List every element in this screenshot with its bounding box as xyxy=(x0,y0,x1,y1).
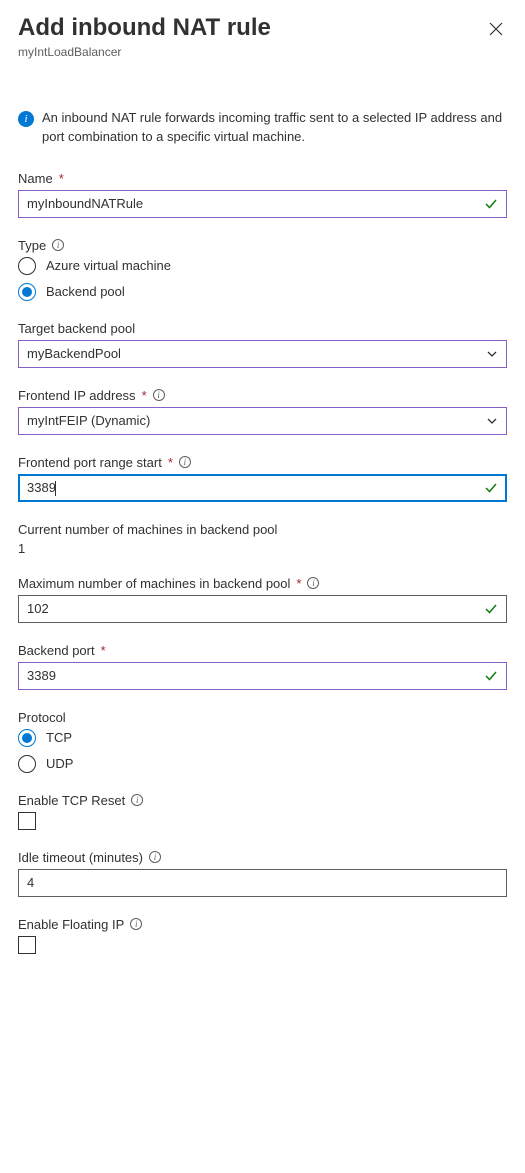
current-machines-value: 1 xyxy=(18,541,507,556)
page-title: Add inbound NAT rule xyxy=(18,12,271,43)
protocol-udp-label: UDP xyxy=(46,756,73,771)
idle-timeout-input[interactable]: 4 xyxy=(18,869,507,897)
idle-timeout-value: 4 xyxy=(27,875,498,890)
hint-icon[interactable]: i xyxy=(52,239,64,251)
required-marker: * xyxy=(101,643,106,658)
frontend-ip-value: myIntFEIP (Dynamic) xyxy=(27,413,150,428)
hint-icon[interactable]: i xyxy=(130,918,142,930)
tcp-reset-label: Enable TCP Reset xyxy=(18,793,125,808)
max-machines-input[interactable]: 102 xyxy=(18,595,507,623)
page-subtitle: myIntLoadBalancer xyxy=(18,45,271,59)
radio-icon xyxy=(18,257,36,275)
chevron-down-icon xyxy=(486,348,498,360)
backend-port-label: Backend port xyxy=(18,643,95,658)
target-pool-select[interactable]: myBackendPool xyxy=(18,340,507,368)
check-icon xyxy=(484,197,498,211)
protocol-label: Protocol xyxy=(18,710,66,725)
current-machines-label: Current number of machines in backend po… xyxy=(18,522,277,537)
backend-port-value: 3389 xyxy=(27,668,484,683)
target-pool-label: Target backend pool xyxy=(18,321,135,336)
floating-ip-label: Enable Floating IP xyxy=(18,917,124,932)
radio-icon xyxy=(18,283,36,301)
radio-icon xyxy=(18,755,36,773)
name-value: myInboundNATRule xyxy=(27,196,484,211)
close-icon xyxy=(489,22,503,36)
name-input[interactable]: myInboundNATRule xyxy=(18,190,507,218)
target-pool-value: myBackendPool xyxy=(27,346,121,361)
type-radio-pool[interactable]: Backend pool xyxy=(18,283,507,301)
text-cursor xyxy=(55,481,56,496)
info-banner: i An inbound NAT rule forwards incoming … xyxy=(18,109,507,147)
required-marker: * xyxy=(59,171,64,186)
idle-timeout-label: Idle timeout (minutes) xyxy=(18,850,143,865)
type-radio-pool-label: Backend pool xyxy=(46,284,125,299)
floating-ip-checkbox[interactable] xyxy=(18,936,36,954)
radio-icon xyxy=(18,729,36,747)
backend-port-input[interactable]: 3389 xyxy=(18,662,507,690)
frontend-ip-label: Frontend IP address xyxy=(18,388,136,403)
frontend-port-input[interactable]: 3389 xyxy=(18,474,507,502)
max-machines-label: Maximum number of machines in backend po… xyxy=(18,576,290,591)
chevron-down-icon xyxy=(486,415,498,427)
frontend-port-value: 3389 xyxy=(27,480,56,495)
required-marker: * xyxy=(296,576,301,591)
type-label: Type xyxy=(18,238,46,253)
close-button[interactable] xyxy=(485,18,507,40)
type-radio-vm-label: Azure virtual machine xyxy=(46,258,171,273)
required-marker: * xyxy=(142,388,147,403)
check-icon xyxy=(484,481,498,495)
info-text: An inbound NAT rule forwards incoming tr… xyxy=(42,109,507,147)
name-label: Name xyxy=(18,171,53,186)
info-icon: i xyxy=(18,111,34,127)
hint-icon[interactable]: i xyxy=(149,851,161,863)
protocol-radio-tcp[interactable]: TCP xyxy=(18,729,507,747)
frontend-port-label: Frontend port range start xyxy=(18,455,162,470)
tcp-reset-checkbox[interactable] xyxy=(18,812,36,830)
frontend-ip-select[interactable]: myIntFEIP (Dynamic) xyxy=(18,407,507,435)
check-icon xyxy=(484,669,498,683)
protocol-radio-udp[interactable]: UDP xyxy=(18,755,507,773)
hint-icon[interactable]: i xyxy=(153,389,165,401)
hint-icon[interactable]: i xyxy=(307,577,319,589)
hint-icon[interactable]: i xyxy=(179,456,191,468)
required-marker: * xyxy=(168,455,173,470)
hint-icon[interactable]: i xyxy=(131,794,143,806)
check-icon xyxy=(484,602,498,616)
protocol-tcp-label: TCP xyxy=(46,730,72,745)
type-radio-vm[interactable]: Azure virtual machine xyxy=(18,257,507,275)
max-machines-value: 102 xyxy=(27,601,484,616)
